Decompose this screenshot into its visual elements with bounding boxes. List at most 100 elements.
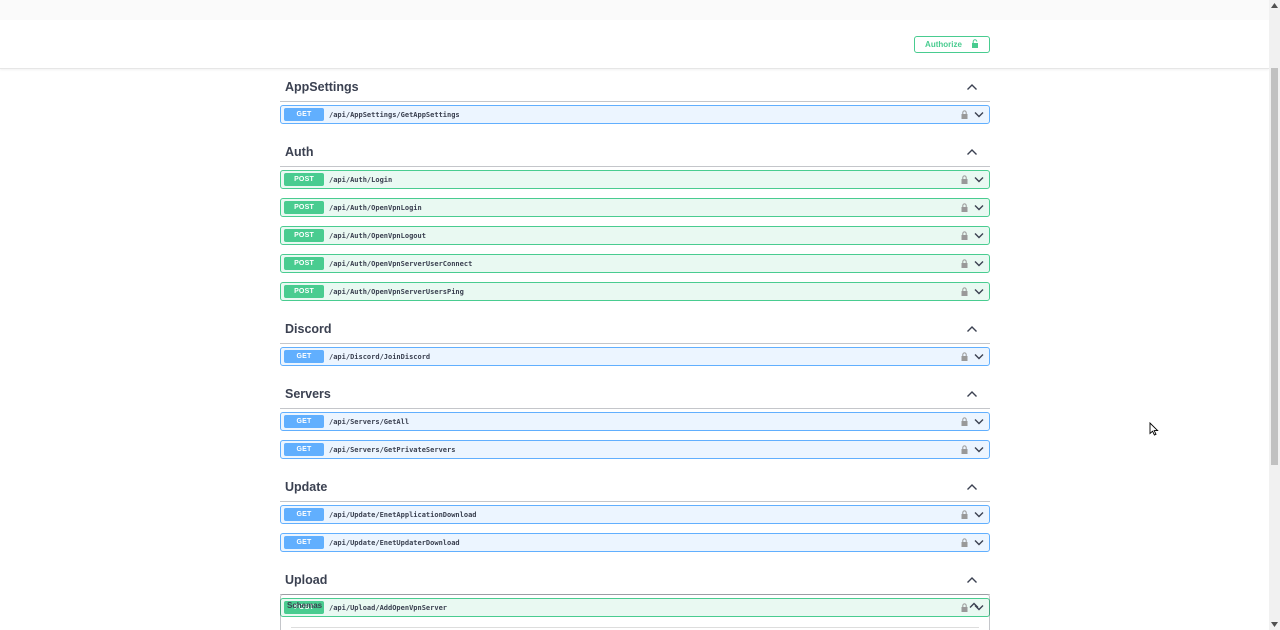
tag-section-discord: Discord GET/api/Discord/JoinDiscord — [280, 310, 990, 366]
operation-controls — [961, 257, 984, 270]
operation-row[interactable]: GET/api/Update/EnetUpdaterDownload — [280, 533, 990, 552]
tag-section-servers: Servers GET/api/Servers/GetAll GET/api/Ser… — [280, 375, 990, 459]
lock-icon[interactable] — [961, 287, 968, 296]
chevron-down-icon[interactable] — [974, 260, 984, 267]
chevron-down-icon[interactable] — [974, 511, 984, 518]
tag-title: AppSettings — [285, 80, 359, 94]
operation-controls — [961, 536, 984, 549]
operation-row[interactable]: GET/api/Update/EnetApplicationDownload — [280, 505, 990, 524]
schemas-title: Schemas — [287, 601, 323, 610]
chevron-down-icon[interactable] — [974, 288, 984, 295]
endpoint-path: /api/Auth/OpenVpnServerUsersPing — [329, 287, 464, 296]
operation-row[interactable]: POST/api/Auth/Login — [280, 170, 990, 189]
authorize-button[interactable]: Authorize — [914, 36, 990, 53]
operation-row[interactable]: GET/api/AppSettings/GetAppSettings — [280, 105, 990, 124]
chevron-up-icon[interactable] — [966, 147, 978, 157]
scheme-container: Authorize — [0, 20, 1269, 69]
scroll-thumb[interactable] — [1271, 68, 1278, 465]
chevron-up-icon[interactable] — [966, 389, 978, 399]
vertical-scrollbar[interactable] — [1269, 0, 1280, 630]
method-badge: GET — [284, 508, 324, 521]
operation-row[interactable]: POST/api/Auth/OpenVpnServerUsersPing — [280, 282, 990, 301]
endpoint-path: /api/Update/EnetUpdaterDownload — [329, 538, 460, 547]
method-badge: POST — [284, 285, 324, 298]
schemas-divider — [291, 627, 979, 628]
lock-icon[interactable] — [961, 175, 968, 184]
scroll-up-arrow-icon[interactable] — [1269, 0, 1280, 11]
chevron-down-icon[interactable] — [974, 204, 984, 211]
mouse-cursor-icon — [1149, 421, 1159, 436]
authorize-label: Authorize — [925, 40, 962, 49]
method-badge: GET — [284, 415, 324, 428]
chevron-down-icon[interactable] — [974, 353, 984, 360]
endpoint-path: /api/Auth/Login — [329, 175, 393, 184]
chevron-down-icon[interactable] — [974, 539, 984, 546]
operation-row[interactable]: GET/api/Servers/GetPrivateServers — [280, 440, 990, 459]
tag-header[interactable]: Servers — [280, 375, 990, 409]
tag-section-update: Update GET/api/Update/EnetApplicationDown… — [280, 468, 990, 552]
scroll-down-arrow-icon[interactable] — [1269, 619, 1280, 630]
lock-icon[interactable] — [961, 538, 968, 547]
tag-title: Upload — [285, 573, 328, 587]
chevron-down-icon[interactable] — [974, 232, 984, 239]
lock-icon[interactable] — [961, 417, 968, 426]
method-badge: POST — [284, 229, 324, 242]
chevron-down-icon[interactable] — [974, 418, 984, 425]
operation-row[interactable]: POST/api/Auth/OpenVpnServerUserConnect — [280, 254, 990, 273]
endpoint-path: /api/Auth/OpenVpnServerUserConnect — [329, 259, 473, 268]
lock-icon[interactable] — [961, 203, 968, 212]
lock-icon[interactable] — [961, 510, 968, 519]
chevron-up-icon[interactable] — [966, 324, 978, 334]
tag-title: Auth — [285, 145, 314, 159]
chevron-down-icon[interactable] — [974, 111, 984, 118]
swagger-page: Authorize AppSettings GET/api/AppSettings… — [0, 0, 1280, 630]
operation-row[interactable]: POST/api/Auth/OpenVpnLogout — [280, 226, 990, 245]
chevron-up-icon[interactable] — [966, 482, 978, 492]
tag-title: Update — [285, 480, 328, 494]
endpoint-path: /api/Servers/GetAll — [329, 417, 410, 426]
tag-header[interactable]: Discord — [280, 310, 990, 344]
lock-icon[interactable] — [961, 445, 968, 454]
tag-section-auth: Auth POST/api/Auth/Login POST/api/Auth/Ope… — [280, 133, 990, 301]
tag-title: Servers — [285, 387, 331, 401]
operations-list: AppSettings GET/api/AppSettings/GetAppSet… — [280, 68, 990, 626]
method-badge: GET — [284, 350, 324, 363]
operation-controls — [961, 443, 984, 456]
operation-row[interactable]: POST/api/Auth/OpenVpnLogin — [280, 198, 990, 217]
tag-header[interactable]: Upload — [280, 561, 990, 595]
chevron-up-icon[interactable] — [966, 575, 978, 585]
endpoint-path: /api/Update/EnetApplicationDownload — [329, 510, 477, 519]
operation-controls — [961, 229, 984, 242]
lock-icon[interactable] — [961, 110, 968, 119]
method-badge: POST — [284, 257, 324, 270]
operation-row[interactable]: GET/api/Servers/GetAll — [280, 412, 990, 431]
chevron-up-icon[interactable] — [969, 601, 979, 609]
operation-controls — [961, 201, 984, 214]
operation-controls — [961, 350, 984, 363]
endpoint-path: /api/Servers/GetPrivateServers — [329, 445, 456, 454]
endpoint-path: /api/Auth/OpenVpnLogin — [329, 203, 422, 212]
tag-section-appsettings: AppSettings GET/api/AppSettings/GetAppSet… — [280, 68, 990, 124]
endpoint-path: /api/Auth/OpenVpnLogout — [329, 231, 426, 240]
lock-icon[interactable] — [961, 231, 968, 240]
method-badge: POST — [284, 201, 324, 214]
operation-controls — [961, 415, 984, 428]
tag-header[interactable]: AppSettings — [280, 68, 990, 102]
endpoint-path: /api/Discord/JoinDiscord — [329, 352, 431, 361]
operation-row[interactable]: GET/api/Discord/JoinDiscord — [280, 347, 990, 366]
lock-icon[interactable] — [961, 259, 968, 268]
chevron-up-icon[interactable] — [966, 82, 978, 92]
chevron-down-icon[interactable] — [974, 176, 984, 183]
method-badge: POST — [284, 173, 324, 186]
operation-controls — [961, 173, 984, 186]
schemas-section[interactable]: Schemas — [280, 594, 990, 630]
tag-header[interactable]: Update — [280, 468, 990, 502]
tag-header[interactable]: Auth — [280, 133, 990, 167]
method-badge: GET — [284, 443, 324, 456]
topbar — [0, 0, 1269, 20]
operation-controls — [961, 108, 984, 121]
tag-title: Discord — [285, 322, 332, 336]
lock-icon[interactable] — [961, 352, 968, 361]
chevron-down-icon[interactable] — [974, 446, 984, 453]
method-badge: GET — [284, 536, 324, 549]
